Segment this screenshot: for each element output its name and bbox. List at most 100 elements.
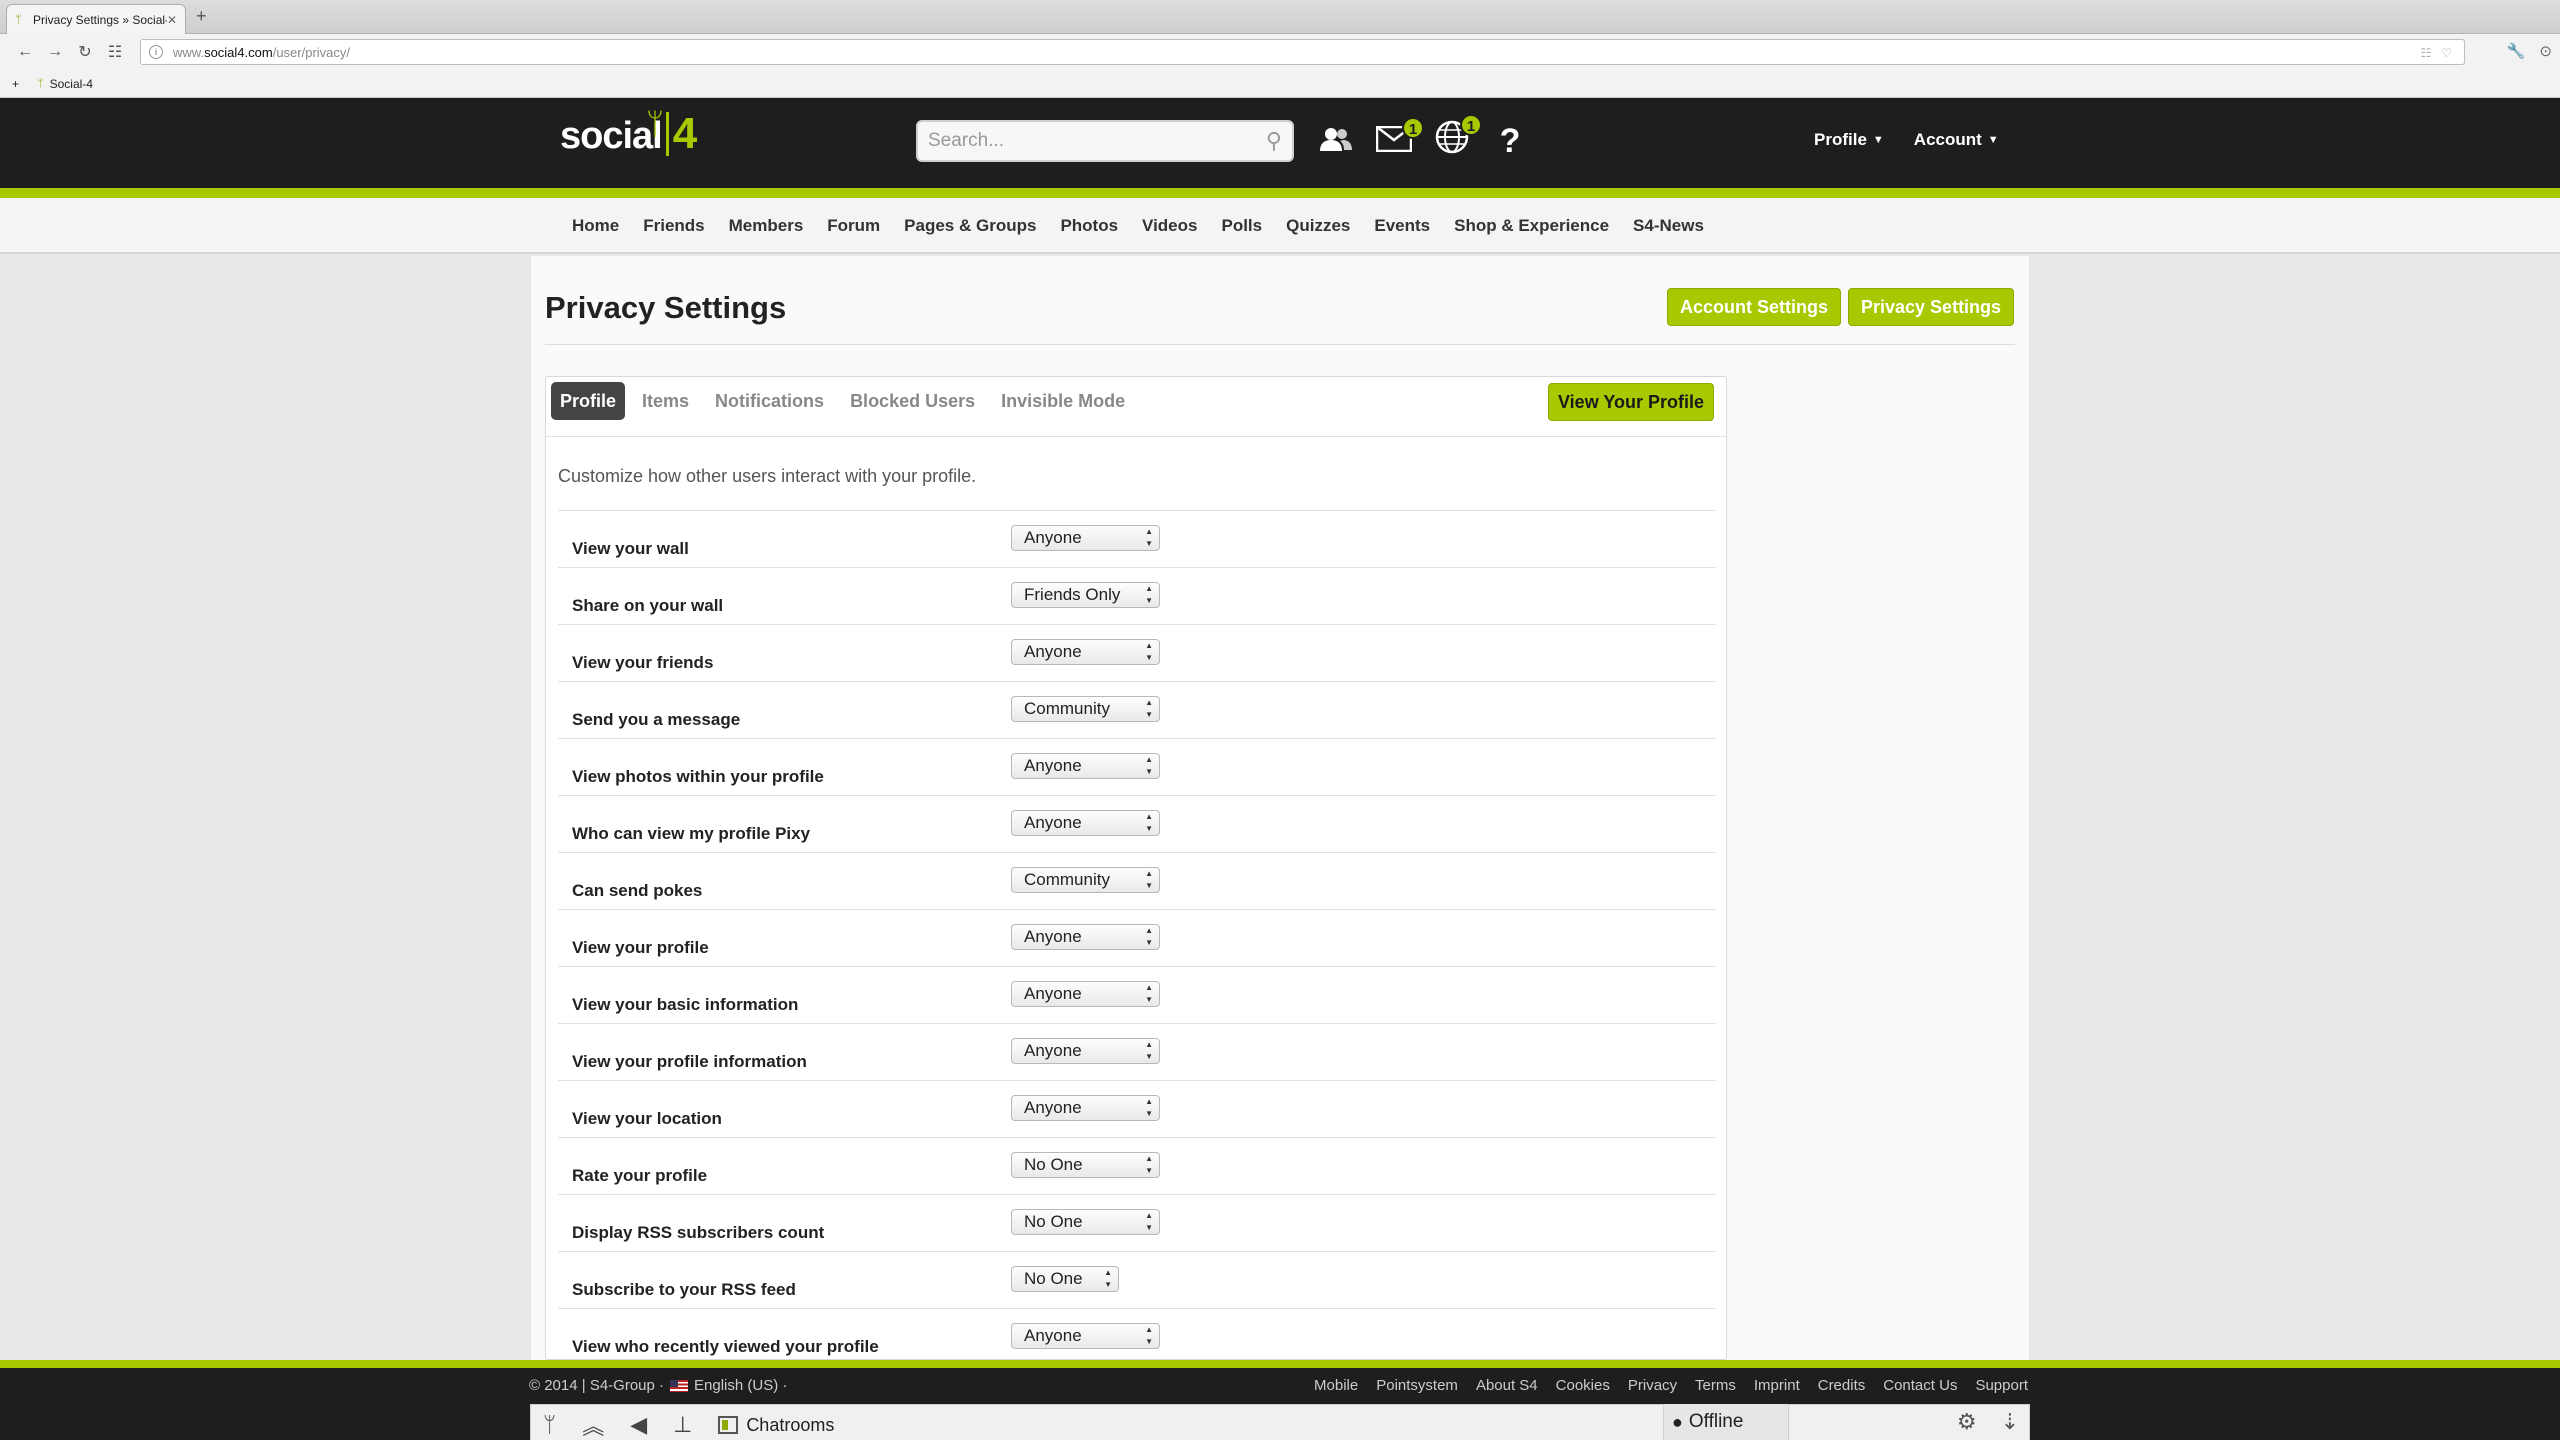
status-label: Offline — [1688, 1411, 1744, 1432]
url-prefix: www. — [173, 44, 205, 60]
tab-blocked-users[interactable]: Blocked Users — [841, 382, 984, 420]
footer-link-mobile[interactable]: Mobile — [1314, 1377, 1358, 1394]
tab-items[interactable]: Items — [633, 382, 698, 420]
privacy-settings-button[interactable]: Privacy Settings — [1848, 288, 2015, 326]
privacy-setting-select[interactable]: No One ▲ ▼ — [1011, 1266, 1119, 1292]
privacy-setting-value: Anyone — [1024, 1326, 1082, 1345]
privacy-setting-select[interactable]: Anyone ▲ ▼ — [1011, 810, 1160, 836]
page-action-icon[interactable]: ☷ — [2420, 46, 2431, 60]
privacy-setting-label: View your profile — [572, 938, 709, 957]
privacy-setting-select[interactable]: No One ▲ ▼ — [1011, 1209, 1160, 1235]
account-settings-button[interactable]: Account Settings — [1667, 288, 1842, 326]
footer-link-support[interactable]: Support — [1975, 1377, 2028, 1394]
header-menus: Profile ▼ Account ▼ — [1814, 130, 1999, 150]
user-silhouette-icon[interactable]: ⊥ — [673, 1412, 692, 1438]
privacy-setting-select[interactable]: Community ▲ ▼ — [1011, 867, 1160, 893]
globe-notifications-icon[interactable]: 1 — [1432, 114, 1482, 162]
browser-extensions: 🔧 ⊙ — [2507, 42, 2552, 60]
privacy-setting-label: Who can view my profile Pixy — [572, 824, 811, 843]
apps-grid-icon[interactable]: ☷ — [100, 42, 130, 62]
privacy-setting-select[interactable]: Anyone ▲ ▼ — [1011, 1323, 1160, 1349]
tab-invisible-mode[interactable]: Invisible Mode — [992, 382, 1134, 420]
footer-link-privacy[interactable]: Privacy — [1628, 1377, 1677, 1394]
double-chevron-up-icon[interactable]: ︽ — [582, 1409, 604, 1440]
chatrooms-button[interactable]: Chatrooms — [718, 1415, 834, 1436]
privacy-setting-select[interactable]: No One ▲ ▼ — [1011, 1152, 1160, 1178]
privacy-setting-label: Can send pokes — [572, 881, 703, 900]
online-status-toggle[interactable]: ● Offline — [1663, 1404, 1789, 1440]
footer-link-cookies[interactable]: Cookies — [1556, 1377, 1610, 1394]
messages-icon[interactable]: 1 — [1374, 116, 1424, 160]
privacy-setting-select[interactable]: Friends Only ▲ ▼ — [1011, 582, 1160, 608]
privacy-setting-row: View your friends Anyone ▲ ▼ — [558, 624, 1716, 681]
reload-icon[interactable]: ↻ — [70, 42, 100, 62]
new-tab-icon[interactable]: + — [196, 6, 207, 27]
privacy-setting-row: Rate your profile No One ▲ ▼ — [558, 1137, 1716, 1194]
tab-profile[interactable]: Profile — [551, 382, 626, 420]
browser-tab-strip: ᛘ Privacy Settings » Social-4 ✕ + — [0, 0, 2560, 34]
nav-item-polls[interactable]: Polls — [1209, 216, 1274, 236]
privacy-setting-select[interactable]: Anyone ▲ ▼ — [1011, 1038, 1160, 1064]
privacy-setting-select[interactable]: Anyone ▲ ▼ — [1011, 639, 1160, 665]
nav-item-videos[interactable]: Videos — [1130, 216, 1209, 236]
privacy-setting-label: View your location — [572, 1109, 722, 1128]
close-tab-icon[interactable]: ✕ — [167, 13, 177, 27]
friends-icon[interactable] — [1316, 123, 1356, 160]
tab-notifications[interactable]: Notifications — [706, 382, 833, 420]
nav-item-members[interactable]: Members — [717, 216, 816, 236]
forward-icon[interactable]: → — [40, 43, 70, 61]
privacy-setting-label: Share on your wall — [572, 596, 724, 615]
bookmark-social4[interactable]: ᛘ Social-4 — [37, 77, 93, 91]
caret-down-icon: ▼ — [1872, 134, 1884, 146]
privacy-setting-select[interactable]: Anyone ▲ ▼ — [1011, 1095, 1160, 1121]
footer-link-about-s4[interactable]: About S4 — [1476, 1377, 1538, 1394]
nav-item-home[interactable]: Home — [560, 216, 631, 236]
footer-link-credits[interactable]: Credits — [1818, 1377, 1866, 1394]
privacy-setting-label: View photos within your profile — [572, 767, 824, 786]
nav-item-pages-groups[interactable]: Pages & Groups — [892, 216, 1048, 236]
privacy-setting-label: View who recently viewed your profile — [572, 1337, 879, 1356]
privacy-setting-label: Subscribe to your RSS feed — [572, 1280, 796, 1299]
address-bar[interactable]: i www. social4.com/user/privacy/ ☷ ♡ — [140, 39, 2465, 65]
language-selector[interactable]: English (US) · — [694, 1377, 787, 1394]
gear-icon[interactable]: ⚙ — [1957, 1409, 1977, 1435]
megaphone-icon[interactable]: ◀ — [630, 1412, 647, 1438]
copyright-text: © 2014 | S4-Group · — [529, 1377, 665, 1394]
footer-link-contact-us[interactable]: Contact Us — [1883, 1377, 1957, 1394]
search-icon[interactable]: ⚲ — [1266, 128, 1282, 154]
download-icon[interactable]: ⊙ — [2539, 42, 2552, 60]
collapse-dock-icon[interactable]: ⇣ — [2001, 1409, 2019, 1435]
select-arrows-icon: ▲ ▼ — [1145, 812, 1153, 833]
nav-item-s4-news[interactable]: S4-News — [1621, 216, 1716, 236]
account-menu[interactable]: Account ▼ — [1914, 130, 1999, 150]
browser-tab[interactable]: ᛘ Privacy Settings » Social-4 ✕ — [6, 4, 186, 34]
back-icon[interactable]: ← — [10, 43, 40, 61]
privacy-setting-select[interactable]: Community ▲ ▼ — [1011, 696, 1160, 722]
privacy-setting-select[interactable]: Anyone ▲ ▼ — [1011, 981, 1160, 1007]
footer-link-pointsystem[interactable]: Pointsystem — [1376, 1377, 1458, 1394]
nav-item-photos[interactable]: Photos — [1048, 216, 1130, 236]
help-icon[interactable]: ? — [1490, 122, 1530, 161]
nav-item-quizzes[interactable]: Quizzes — [1274, 216, 1362, 236]
privacy-setting-row: View photos within your profile Anyone ▲ ▼ — [558, 738, 1716, 795]
footer-link-imprint[interactable]: Imprint — [1754, 1377, 1800, 1394]
footer-copyright-area: © 2014 | S4-Group · English (US) · — [529, 1377, 787, 1394]
social4-logo[interactable]: social 4 ᛘ — [560, 108, 697, 156]
social4-tree-icon[interactable]: ᛘ — [543, 1412, 556, 1438]
privacy-setting-select[interactable]: Anyone ▲ ▼ — [1011, 753, 1160, 779]
privacy-setting-select[interactable]: Anyone ▲ ▼ — [1011, 525, 1160, 551]
view-your-profile-button[interactable]: View Your Profile — [1548, 383, 1715, 421]
privacy-setting-select[interactable]: Anyone ▲ ▼ — [1011, 924, 1160, 950]
nav-item-events[interactable]: Events — [1362, 216, 1442, 236]
profile-menu[interactable]: Profile ▼ — [1814, 130, 1884, 150]
nav-item-forum[interactable]: Forum — [815, 216, 892, 236]
wrench-icon[interactable]: 🔧 — [2507, 42, 2526, 60]
add-bookmark-icon[interactable]: + — [12, 77, 19, 91]
divider — [545, 344, 2015, 345]
bookmark-heart-icon[interactable]: ♡ — [2441, 46, 2452, 60]
site-info-icon[interactable]: i — [149, 45, 163, 59]
nav-item-shop-experience[interactable]: Shop & Experience — [1442, 216, 1621, 236]
footer-link-terms[interactable]: Terms — [1695, 1377, 1736, 1394]
nav-item-friends[interactable]: Friends — [631, 216, 716, 236]
search-input[interactable] — [928, 130, 1266, 152]
